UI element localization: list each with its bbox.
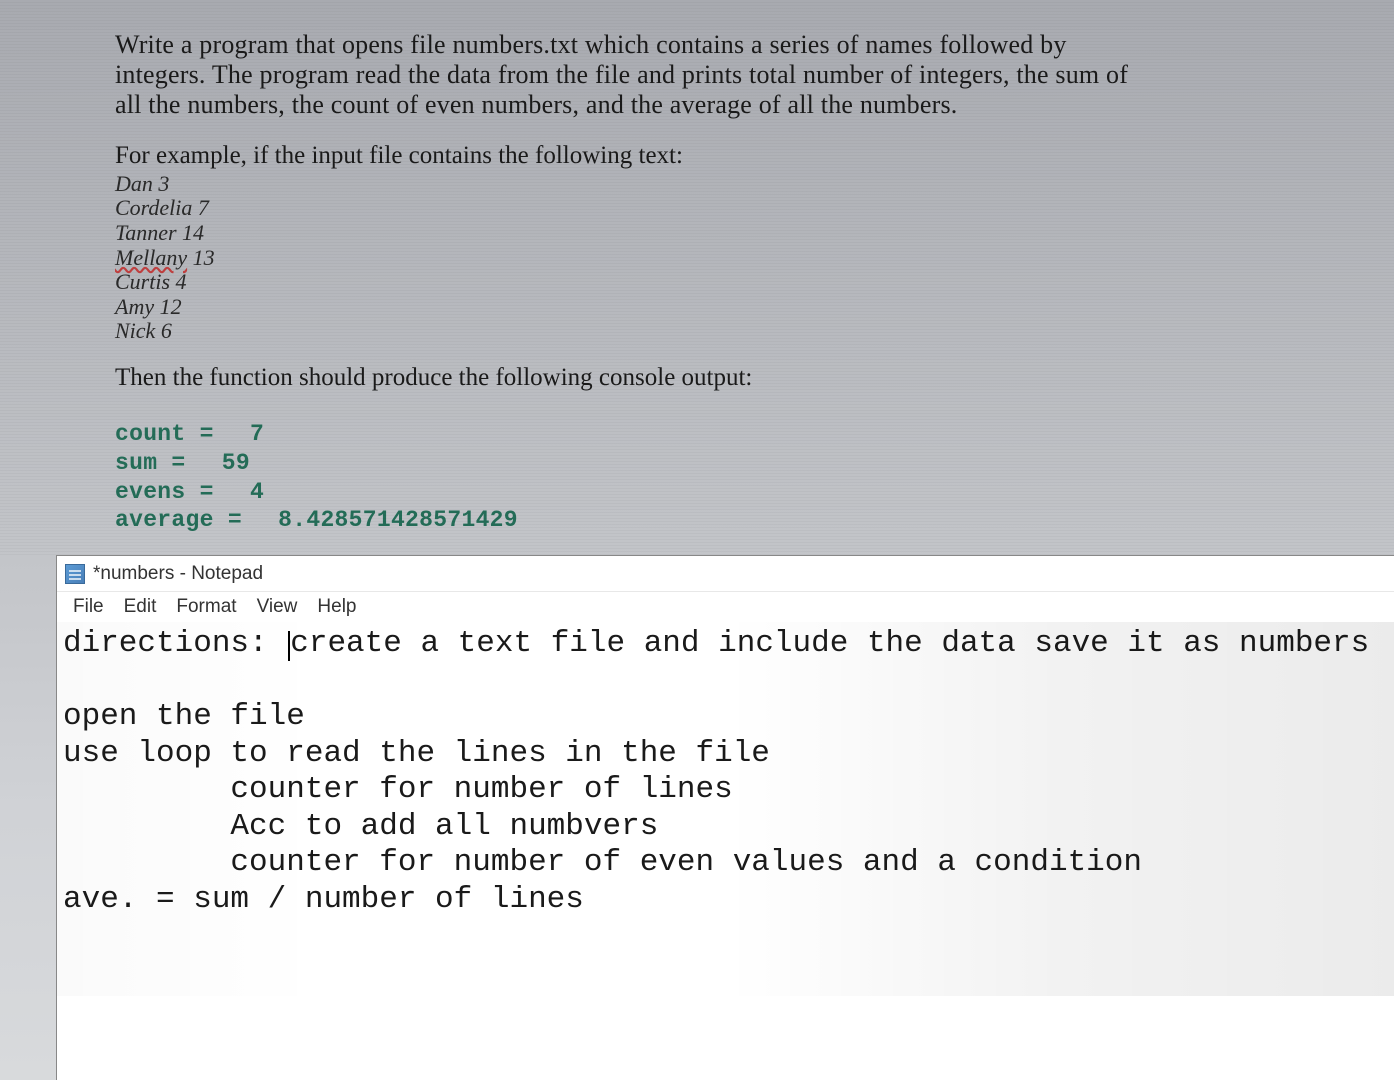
input-data-list: Dan 3 Cordelia 7 Tanner 14 Mellany 13 Cu… — [115, 172, 1394, 344]
data-line-2: Cordelia 7 — [115, 196, 1394, 221]
menu-view[interactable]: View — [247, 596, 308, 618]
notepad-window: *numbers - Notepad File Edit Format View… — [56, 555, 1394, 1080]
data-line-5: Curtis 4 — [115, 270, 1394, 295]
content-line-3: use loop to read the lines in the file — [63, 736, 770, 771]
content-line-2: open the file — [63, 699, 305, 734]
data-line-4: Mellany 13 — [115, 246, 1394, 271]
data-line-7: Nick 6 — [115, 319, 1394, 344]
problem-description: Write a program that opens file numbers.… — [115, 30, 1135, 120]
content-line-5: Acc to add all numbvers — [63, 809, 658, 844]
menu-file[interactable]: File — [63, 596, 114, 618]
notepad-title: *numbers - Notepad — [93, 563, 263, 585]
notepad-titlebar[interactable]: *numbers - Notepad — [57, 556, 1394, 592]
data-line-6: Amy 12 — [115, 295, 1394, 320]
menu-edit[interactable]: Edit — [114, 596, 167, 618]
content-line-6: counter for number of even values and a … — [63, 845, 1142, 880]
console-output: count = 7 sum = 59 evens = 4 average = 8… — [115, 420, 1394, 535]
notepad-icon — [65, 564, 85, 584]
output-intro: Then the function should produce the fol… — [115, 364, 1394, 392]
menu-format[interactable]: Format — [166, 596, 246, 618]
data-line-3: Tanner 14 — [115, 221, 1394, 246]
console-line-average: average = 8.428571428571429 — [115, 506, 1394, 535]
content-line-4: counter for number of lines — [63, 772, 733, 807]
data-line-1: Dan 3 — [115, 172, 1394, 197]
example-intro: For example, if the input file contains … — [115, 142, 1394, 170]
notepad-menubar: File Edit Format View Help — [57, 592, 1394, 622]
problem-section: Write a program that opens file numbers.… — [0, 0, 1394, 535]
content-line-1a: directions: — [63, 626, 286, 661]
content-line-7: ave. = sum / number of lines — [63, 882, 584, 917]
content-line-1b: create a text file and include the data … — [290, 626, 1369, 661]
console-line-count: count = 7 — [115, 420, 1394, 449]
menu-help[interactable]: Help — [307, 596, 366, 618]
console-line-evens: evens = 4 — [115, 478, 1394, 507]
console-line-sum: sum = 59 — [115, 449, 1394, 478]
notepad-text-area[interactable]: directions: create a text file and inclu… — [57, 622, 1394, 996]
